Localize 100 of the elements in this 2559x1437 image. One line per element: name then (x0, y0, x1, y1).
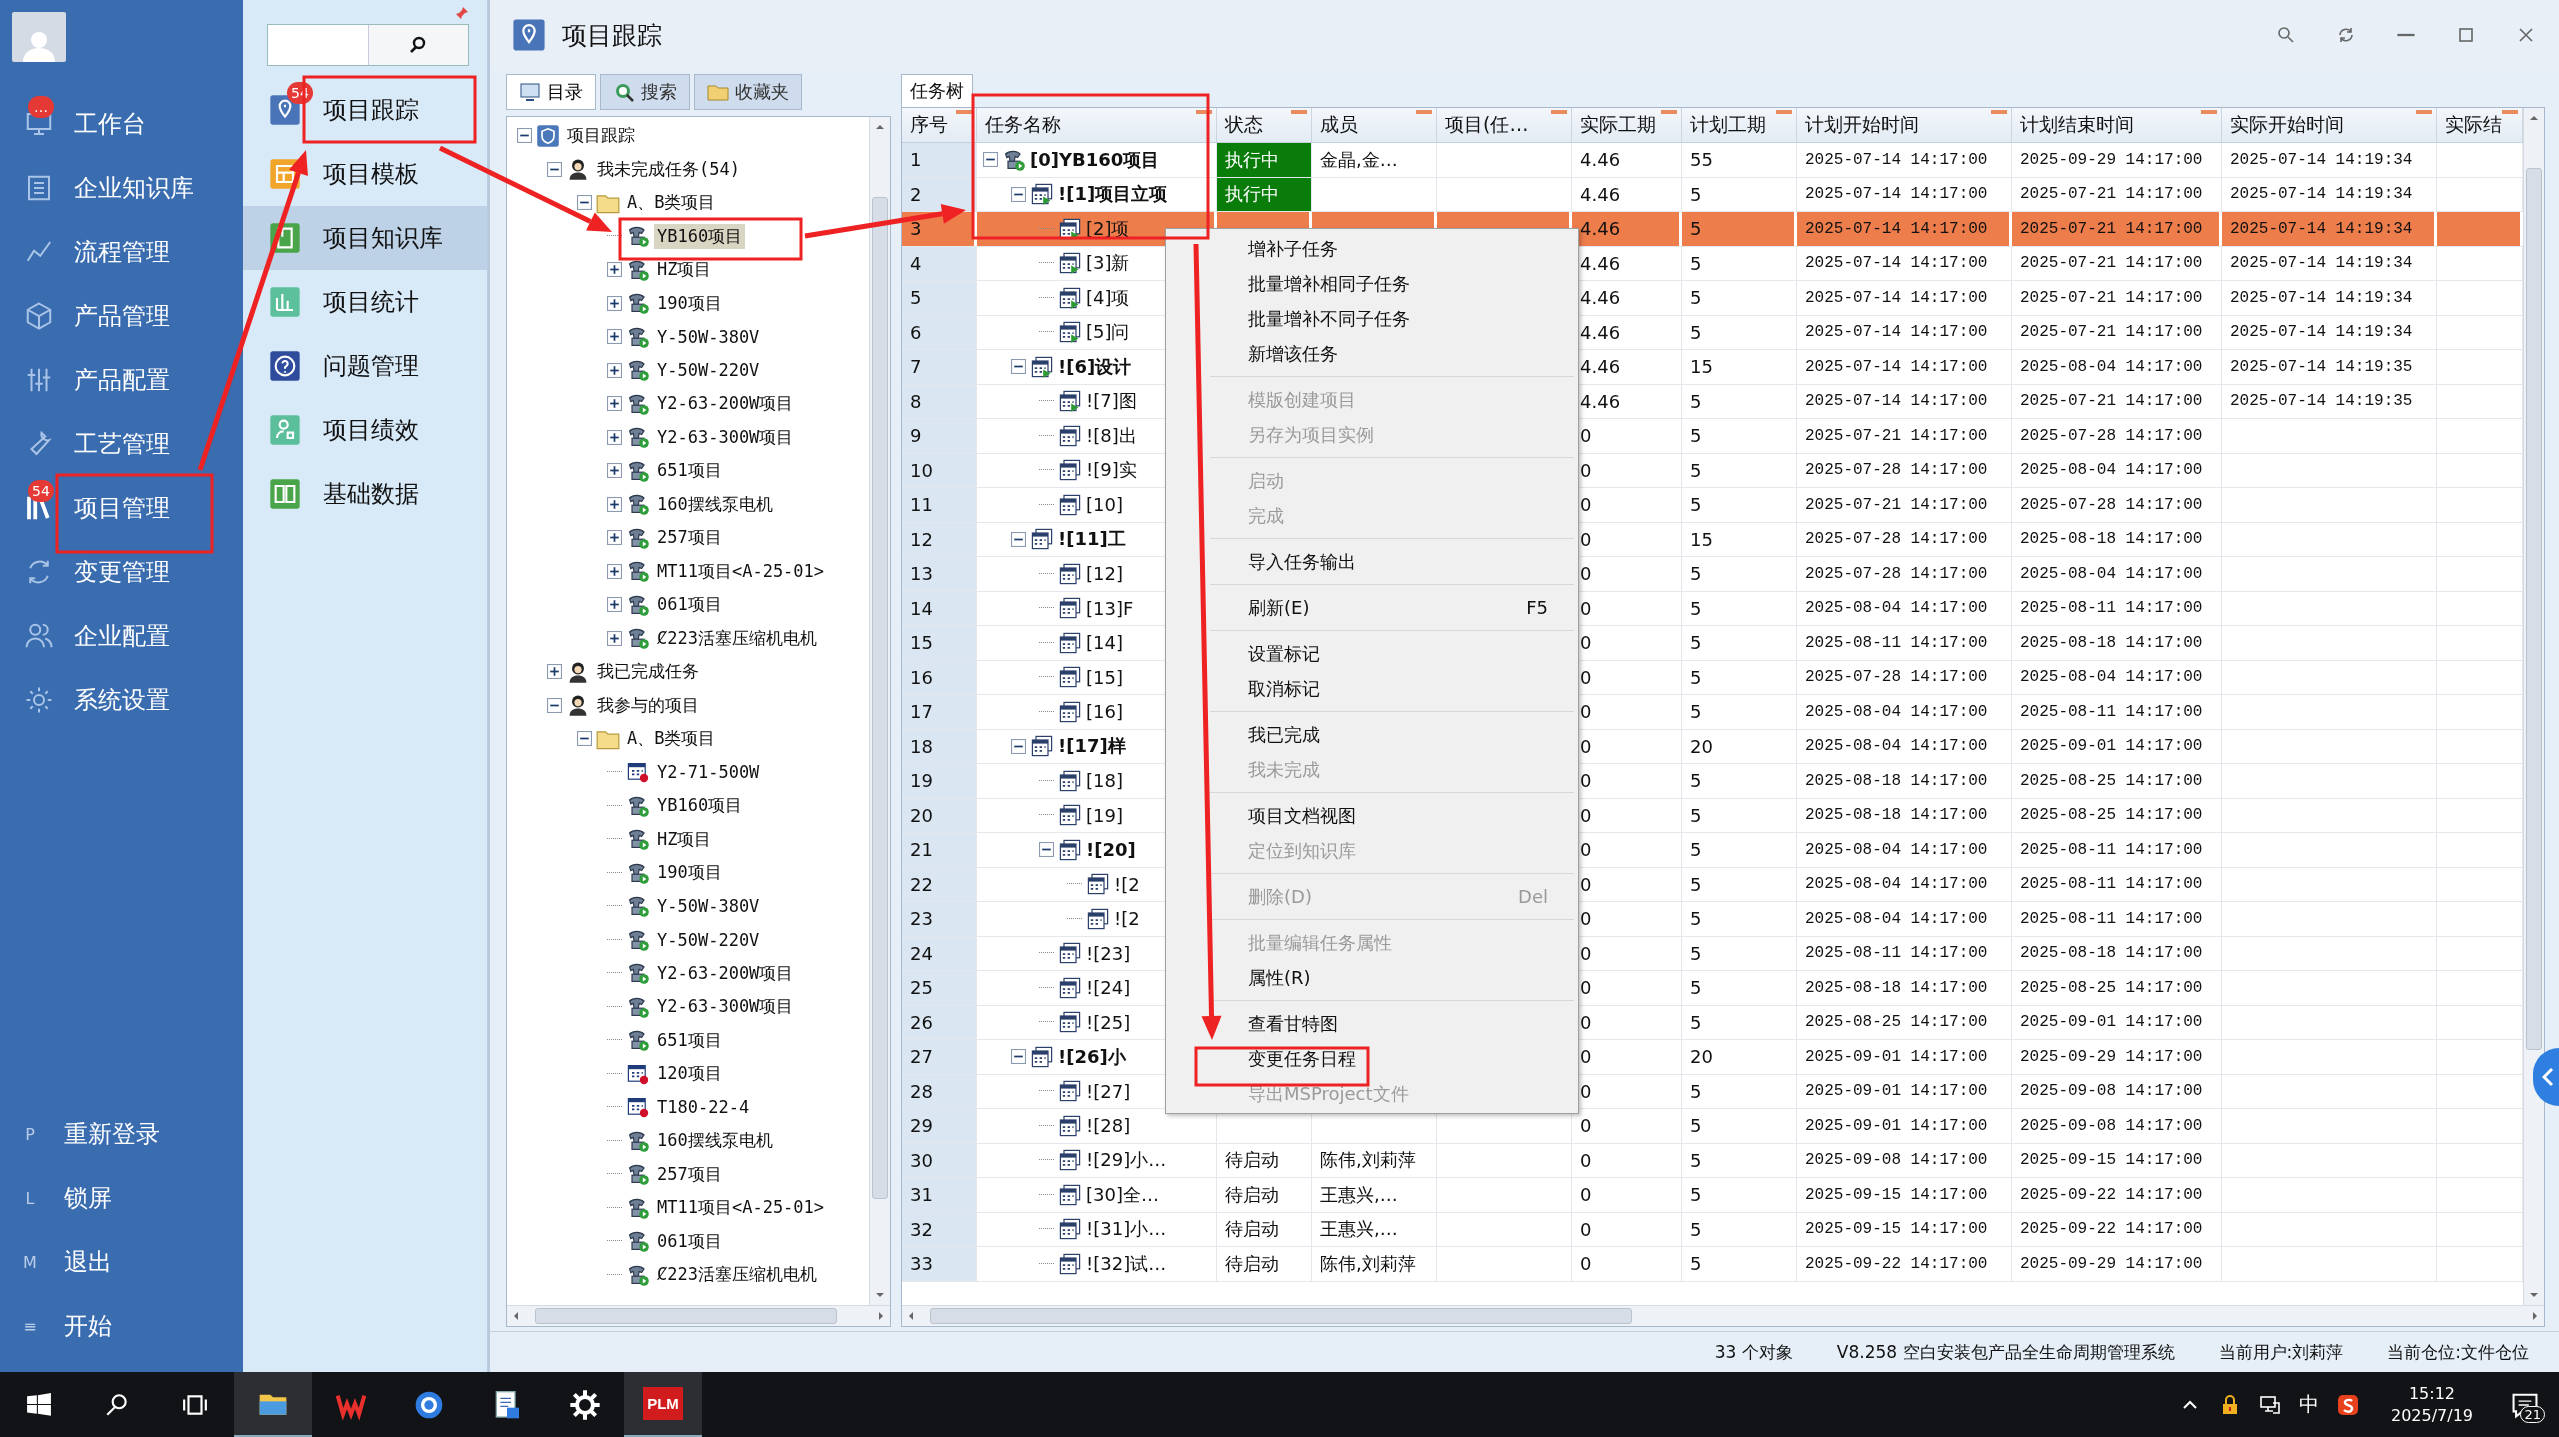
nav-item[interactable]: 产品管理 (0, 284, 243, 348)
column-header[interactable]: 状态 (1217, 108, 1312, 142)
task-name: ![2 (1114, 873, 1140, 895)
table-cell: 20 (1682, 729, 1797, 763)
nav-item[interactable]: M 退出 (0, 1230, 243, 1294)
nav-item[interactable]: L 锁屏 (0, 1166, 243, 1230)
column-header[interactable]: 计划工期 (1682, 108, 1797, 142)
table-cell: 2025-08-18 14:17:00 (2012, 936, 2222, 970)
table-cell: 2025-08-04 14:17:00 (1797, 695, 2012, 729)
menu-item[interactable]: 项目绩效 (243, 398, 487, 462)
menu-item[interactable]: 问题管理 (243, 334, 487, 398)
nav-item[interactable]: 企业配置 (0, 604, 243, 668)
tree-item[interactable]: Y2-71-500W (654, 761, 763, 784)
tab[interactable]: 目录 (506, 74, 596, 110)
tree-item[interactable]: MT11项目<A-25-01> (654, 1195, 828, 1221)
table-cell: 0 (1572, 1212, 1682, 1246)
tree-item[interactable]: Y2-63-300W项目 (654, 994, 797, 1020)
table-cell: 2025-08-11 14:17:00 (1797, 626, 2012, 660)
column-header[interactable]: 实际工期 (1572, 108, 1682, 142)
nav-item[interactable]: ≡ 开始 (0, 1294, 243, 1358)
menu-item[interactable]: 基础数据 (243, 462, 487, 526)
tree-item[interactable]: MT11项目<A-25-01> (654, 558, 828, 584)
tree-item[interactable]: 190项目 (654, 860, 725, 886)
tree-item[interactable]: 项目跟踪 (564, 123, 638, 149)
table-cell: 4.46 (1572, 143, 1682, 177)
tree-item[interactable]: Y2-63-200W项目 (654, 960, 797, 986)
nav-item[interactable]: P 重新登录 (0, 1102, 243, 1166)
tree-item[interactable]: 120项目 (654, 1061, 725, 1087)
nav-item[interactable]: … 工作台 (0, 92, 243, 156)
tree-item[interactable]: YB160项目 (654, 793, 746, 819)
tree-item[interactable]: 651项目 (654, 1027, 725, 1053)
tree-item[interactable]: A、B类项目 (624, 726, 719, 752)
column-header[interactable]: 计划开始时间 (1797, 108, 2012, 142)
nav-item[interactable]: 产品配置 (0, 348, 243, 412)
column-header[interactable]: 任务名称 (977, 108, 1217, 142)
taskbar-app[interactable]: PLM (624, 1372, 702, 1437)
tab[interactable]: 任务树 (901, 74, 973, 107)
table-row[interactable]: 32 ![31]小… 待启动 王惠兴,… 0 5 2025-09-15 14:17:00 2025-09-22 14:17:00 (902, 1212, 2523, 1247)
nav-item[interactable]: 流程管理 (0, 220, 243, 284)
table-row[interactable]: 1 [0]YB160项目 执行中 金晶,金… 4.46 55 2025-07-14 14:17:00 2025-09-29 14:17:00 2025-07-14 14:19:34 (902, 143, 2523, 178)
tree-item[interactable]: 160摆线泵电机 (654, 1128, 776, 1154)
task-name: ![32]试… (1086, 1251, 1167, 1276)
nav-item[interactable]: 企业知识库 (0, 156, 243, 220)
status-cell: 待启动 (1217, 1212, 1312, 1246)
menu-item[interactable]: 项目统计 (243, 270, 487, 334)
nav-item[interactable]: 变更管理 (0, 540, 243, 604)
window-title: 项目跟踪 (562, 19, 662, 52)
table-cell: 2025-09-01 14:17:00 (2012, 729, 2222, 763)
table-cell: 2025-07-14 14:17:00 (1797, 315, 2012, 349)
tab[interactable]: 收藏夹 (694, 74, 802, 110)
task-name: [2]项 (1086, 216, 1130, 241)
table-cell: 2025-09-29 14:17:00 (2012, 143, 2222, 177)
nav-item[interactable]: 工艺管理 (0, 412, 243, 476)
tree-item[interactable]: T180-22-4 (654, 1096, 753, 1119)
column-header[interactable]: 计划结束时间 (2012, 108, 2222, 142)
tree-item[interactable]: Y-50W-380V (654, 325, 763, 348)
column-header[interactable]: 实际开始时间 (2222, 108, 2437, 142)
clock[interactable]: 15:12 2025/7/19 (2376, 1382, 2487, 1427)
tree-item[interactable]: Y-50W-380V (654, 895, 763, 918)
column-header[interactable]: 成员 (1312, 108, 1437, 142)
tree-item[interactable]: HZ项目 (654, 257, 715, 283)
tree-item[interactable]: 257项目 (654, 1161, 725, 1187)
tree-item[interactable]: Y2-63-300W项目 (654, 424, 797, 450)
tree-item[interactable]: Ȼ223活塞压缩机电机 (654, 1262, 820, 1288)
tree-item[interactable]: Y-50W-220V (654, 928, 763, 951)
table-cell: 2025-08-25 14:17:00 (2012, 798, 2222, 832)
nav-item[interactable]: 系统设置 (0, 668, 243, 732)
tree-item[interactable]: Y-50W-220V (654, 359, 763, 382)
nav-item[interactable]: 54 项目管理 (0, 476, 243, 540)
tree-item[interactable]: 651项目 (654, 458, 725, 484)
input-method[interactable]: 中 (2298, 1391, 2319, 1418)
table-cell: 2025-07-28 14:17:00 (1797, 522, 2012, 556)
tree-item[interactable]: HZ项目 (654, 826, 715, 852)
notifications-button[interactable]: 21 (2505, 1384, 2545, 1425)
column-header[interactable]: 序号 (902, 108, 977, 142)
column-header[interactable]: 项目(任… (1437, 108, 1572, 142)
tree-item[interactable]: 190项目 (654, 290, 725, 316)
table-row[interactable]: 33 ![32]试… 待启动 陈伟,刘莉萍 0 5 2025-09-22 14:17:00 2025-09-29 14:17:00 (902, 1247, 2523, 1282)
table-row[interactable]: 30 ![29]小… 待启动 陈伟,刘莉萍 0 5 2025-09-08 14:17:00 2025-09-15 14:17:00 (902, 1143, 2523, 1178)
table-cell: 5 (1682, 764, 1797, 798)
tree-item[interactable]: Ȼ223活塞压缩机电机 (654, 625, 820, 651)
row-number: 18 (902, 729, 977, 763)
table-cell: 陈伟,刘莉萍 (1312, 1247, 1437, 1281)
tree-item[interactable]: YB160项目 (654, 223, 746, 249)
task-name: [3]新 (1086, 251, 1130, 276)
tree-item[interactable]: 160摆线泵电机 (654, 491, 776, 517)
menu-item[interactable]: 项目知识库 (243, 206, 487, 270)
tree-item[interactable]: 061项目 (654, 592, 725, 618)
tree-item[interactable]: 我参与的项目 (594, 692, 702, 718)
row-number: 27 (902, 1040, 977, 1074)
table-row[interactable]: 31 [30]全… 待启动 王惠兴,… 0 5 2025-09-15 14:17:00 2025-09-22 14:17:00 (902, 1178, 2523, 1213)
tree-item[interactable]: Y2-63-200W项目 (654, 391, 797, 417)
table-cell: 4.46 (1572, 212, 1682, 246)
tree-item[interactable]: A、B类项目 (624, 190, 719, 216)
tab[interactable]: 搜索 (600, 74, 690, 110)
tree-item[interactable]: 我已完成任务 (594, 659, 702, 685)
tree-item[interactable]: 061项目 (654, 1228, 725, 1254)
tree-item[interactable]: 我未完成任务(54) (594, 156, 743, 182)
system-version: V8.258 空白安装包产品全生命周期管理系统 (1836, 1340, 2175, 1364)
tree-item[interactable]: 257项目 (654, 525, 725, 551)
